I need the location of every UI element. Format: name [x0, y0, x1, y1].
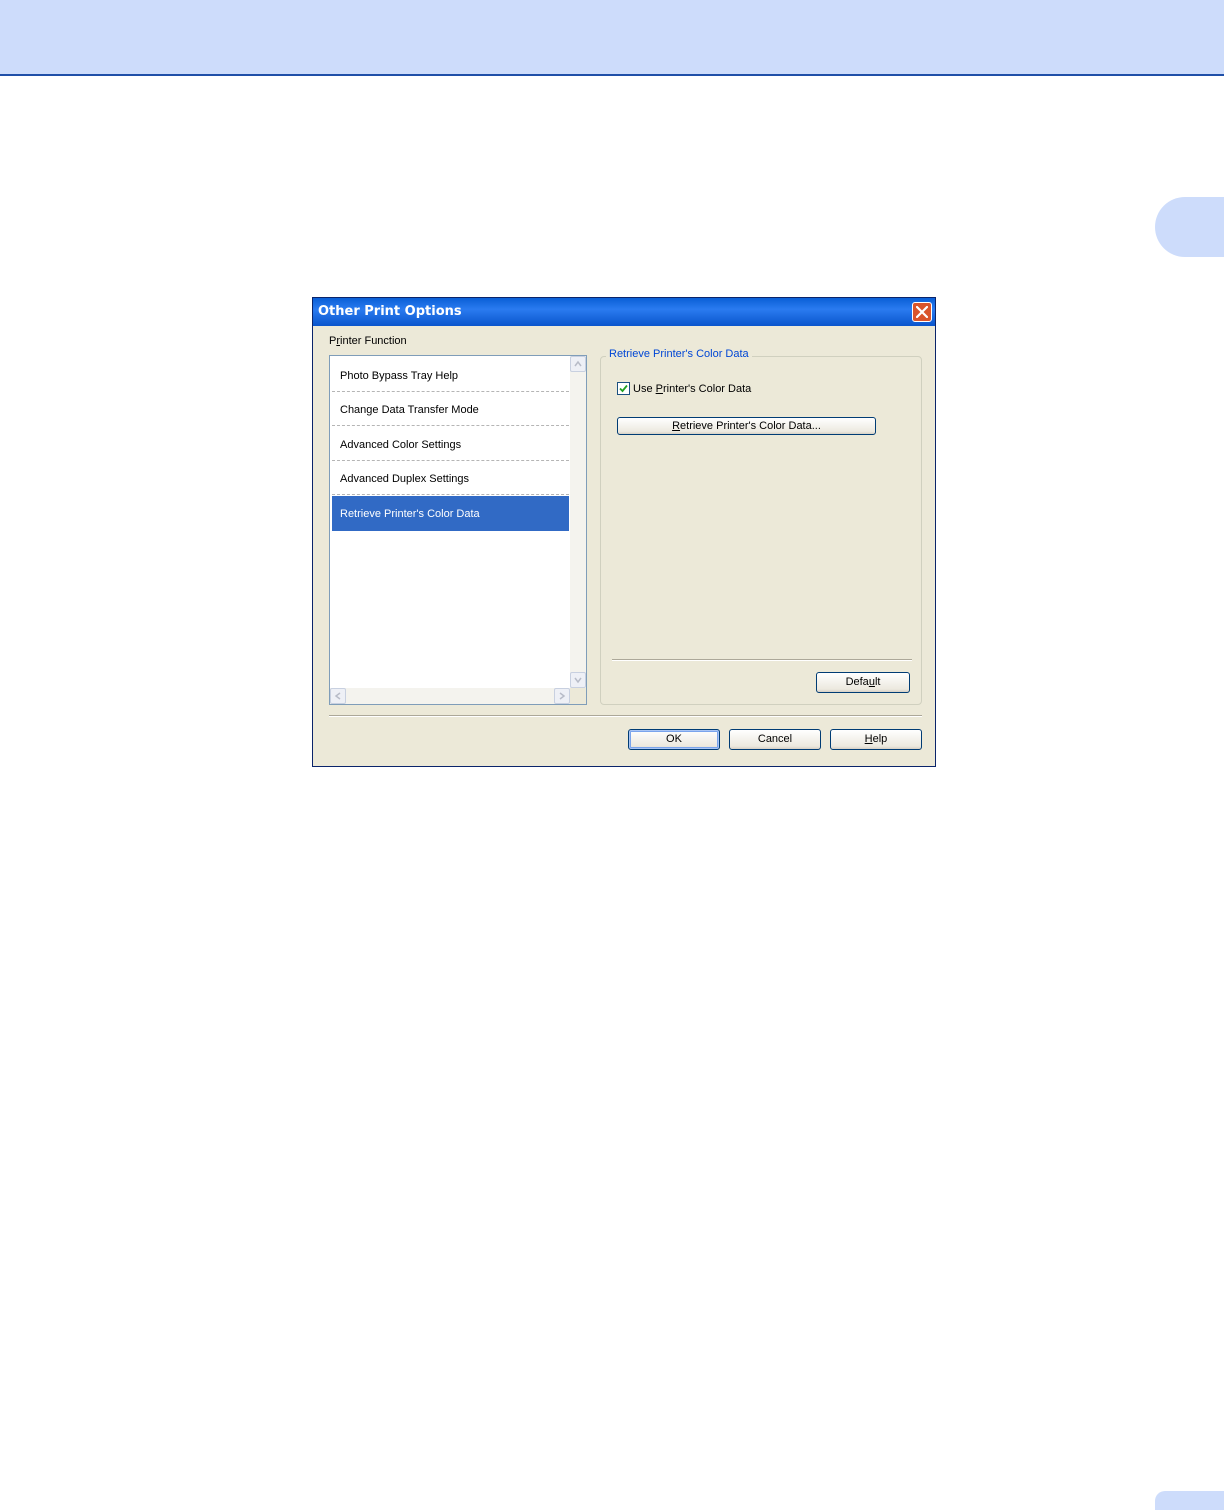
list-item-advanced-color-settings[interactable]: Advanced Color Settings	[332, 427, 569, 461]
cancel-button[interactable]: Cancel	[729, 729, 821, 750]
list-item-retrieve-printers-color-data[interactable]: Retrieve Printer's Color Data	[332, 496, 569, 531]
page-number-tab	[1155, 1491, 1224, 1510]
dialog-body: Printer Function Photo Bypass Tray Help …	[316, 326, 932, 764]
scroll-up-button[interactable]	[570, 356, 586, 372]
list-item-advanced-duplex-settings[interactable]: Advanced Duplex Settings	[332, 461, 569, 495]
dialog-title: Other Print Options	[318, 304, 462, 319]
use-printers-color-data-label[interactable]: Use Printer's Color Data	[633, 383, 751, 395]
group-separator	[612, 659, 912, 661]
scroll-left-button[interactable]	[330, 688, 346, 704]
group-title: Retrieve Printer's Color Data	[606, 348, 752, 360]
chevron-left-icon	[334, 692, 341, 700]
printer-function-list[interactable]: Photo Bypass Tray Help Change Data Trans…	[329, 355, 587, 705]
chevron-right-icon	[559, 692, 566, 700]
ok-button[interactable]: OK	[628, 729, 720, 750]
close-button[interactable]	[912, 302, 932, 322]
horizontal-scrollbar[interactable]	[330, 688, 570, 704]
use-printers-color-data-checkbox[interactable]	[617, 382, 630, 395]
retrieve-printers-color-data-button[interactable]: Retrieve Printer's Color Data...	[617, 417, 876, 435]
page-header-band	[0, 0, 1224, 76]
printer-function-label: Printer Function	[329, 335, 407, 347]
dialog-titlebar: Other Print Options	[313, 298, 935, 326]
scroll-down-button[interactable]	[570, 672, 586, 688]
help-button[interactable]: Help	[830, 729, 922, 750]
vertical-scrollbar[interactable]	[570, 356, 586, 688]
chevron-up-icon	[574, 360, 582, 367]
chapter-tab	[1155, 197, 1224, 257]
list-item-photo-bypass-tray-help[interactable]: Photo Bypass Tray Help	[332, 358, 569, 392]
other-print-options-dialog: Other Print Options Printer Function Pho…	[312, 297, 936, 767]
default-button[interactable]: Default	[816, 672, 910, 693]
scroll-right-button[interactable]	[554, 688, 570, 704]
list-item-change-data-transfer-mode[interactable]: Change Data Transfer Mode	[332, 392, 569, 426]
chevron-down-icon	[574, 677, 582, 684]
close-icon	[916, 306, 928, 318]
checkmark-icon	[619, 384, 628, 393]
retrieve-color-data-group	[600, 356, 922, 705]
scroll-corner	[570, 688, 586, 704]
footer-separator	[329, 715, 922, 717]
